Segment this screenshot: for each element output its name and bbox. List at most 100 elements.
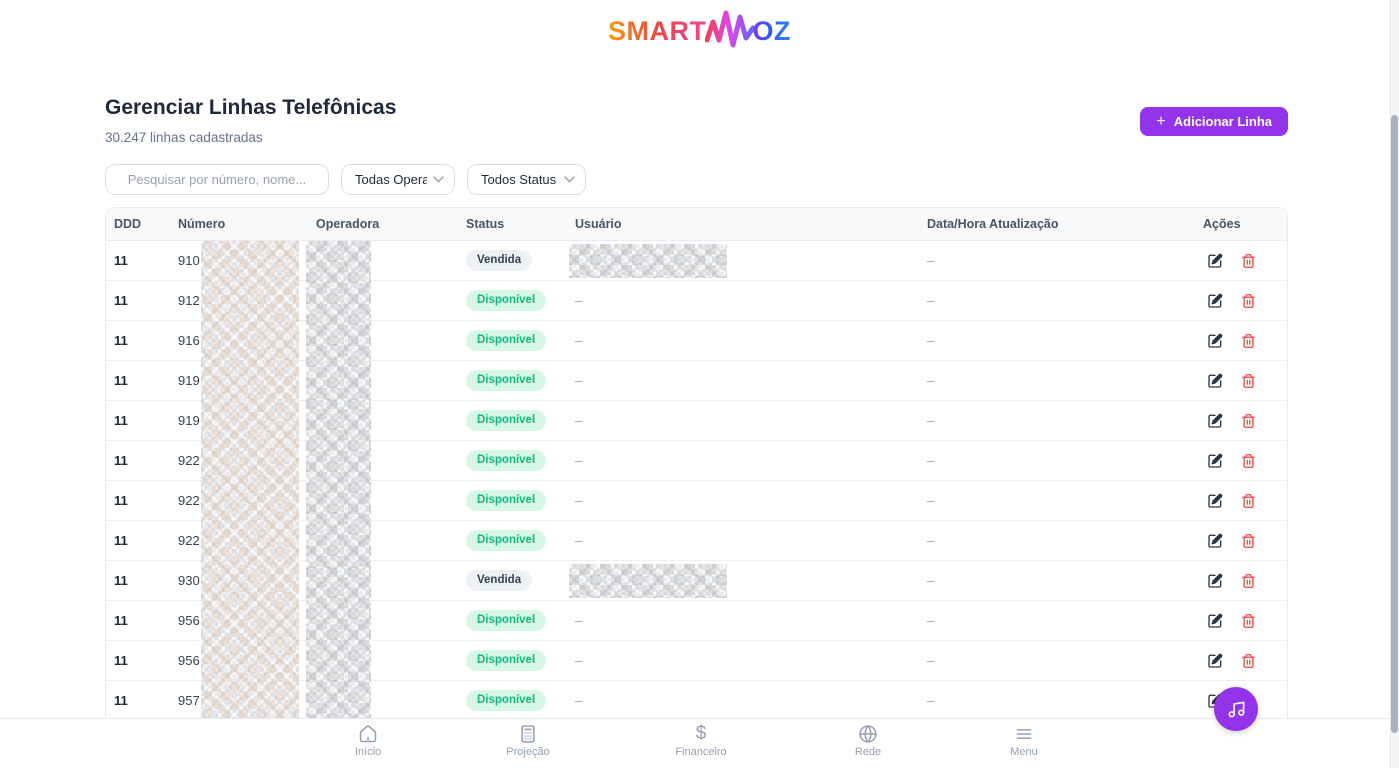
- edit-button[interactable]: [1207, 373, 1223, 389]
- delete-button[interactable]: [1241, 253, 1256, 269]
- edit-button[interactable]: [1207, 613, 1223, 629]
- page-header: Gerenciar Linhas Telefônicas 30.247 linh…: [105, 96, 1288, 145]
- edit-button[interactable]: [1207, 653, 1223, 669]
- acoes-cell: [1203, 533, 1287, 549]
- status-badge: Disponível: [466, 370, 546, 392]
- data-hora-cell: –: [927, 453, 1203, 468]
- status-cell: Disponível: [466, 330, 575, 352]
- search-input[interactable]: [105, 164, 329, 195]
- status-badge: Disponível: [466, 450, 546, 472]
- operator-filter-select[interactable]: Todas Operado: [341, 164, 455, 195]
- delete-button[interactable]: [1241, 533, 1256, 549]
- trash-icon: [1241, 653, 1256, 669]
- nav-item-rede[interactable]: Rede: [826, 724, 910, 758]
- trash-icon: [1241, 413, 1256, 429]
- trash-icon: [1241, 253, 1256, 269]
- censored-usuario-block: [569, 564, 727, 598]
- ddd-cell: 11: [114, 453, 178, 468]
- edit-button[interactable]: [1207, 253, 1223, 269]
- chevron-down-icon: [564, 176, 575, 183]
- logo: SMART OZ: [0, 8, 1399, 54]
- delete-button[interactable]: [1241, 493, 1256, 509]
- edit-button[interactable]: [1207, 533, 1223, 549]
- nav-item-inicio[interactable]: Início: [326, 724, 410, 758]
- delete-button[interactable]: [1241, 413, 1256, 429]
- smartvoz-logo: SMART OZ: [608, 8, 791, 54]
- edit-button[interactable]: [1207, 293, 1223, 309]
- status-filter-select[interactable]: Todos Status: [467, 164, 586, 195]
- edit-button[interactable]: [1207, 333, 1223, 349]
- usuario-cell: –: [575, 653, 927, 668]
- data-hora-cell: –: [927, 333, 1203, 348]
- status-cell: Disponível: [466, 690, 575, 712]
- usuario-value: –: [575, 333, 582, 348]
- page-heading-group: Gerenciar Linhas Telefônicas 30.247 linh…: [105, 96, 396, 145]
- status-cell: Disponível: [466, 490, 575, 512]
- edit-button[interactable]: [1207, 493, 1223, 509]
- data-hora-cell: –: [927, 613, 1203, 628]
- usuario-value: –: [575, 413, 582, 428]
- delete-button[interactable]: [1241, 653, 1256, 669]
- ddd-cell: 11: [114, 413, 178, 428]
- waveform-icon: [705, 8, 757, 50]
- usuario-value: –: [575, 293, 582, 308]
- column-header-ddd: DDD: [114, 217, 178, 231]
- delete-button[interactable]: [1241, 573, 1256, 589]
- usuario-cell: –: [575, 693, 927, 708]
- status-cell: Disponível: [466, 290, 575, 312]
- data-hora-cell: –: [927, 693, 1203, 708]
- ddd-cell: 11: [114, 533, 178, 548]
- data-hora-cell: –: [927, 573, 1203, 588]
- chevron-down-icon: [433, 176, 444, 183]
- usuario-cell: –: [575, 533, 927, 548]
- filter-bar: Todas Operado Todos Status: [105, 164, 586, 195]
- censored-usuario-block: [569, 244, 727, 278]
- censored-operadora-column: [306, 241, 371, 724]
- trash-icon: [1241, 613, 1256, 629]
- scrollbar-track[interactable]: [1390, 0, 1399, 768]
- column-header-numero: Número: [178, 217, 316, 231]
- nav-item-projecao[interactable]: Projeção: [486, 724, 570, 758]
- delete-button[interactable]: [1241, 373, 1256, 389]
- usuario-cell: –: [575, 613, 927, 628]
- ddd-cell: 11: [114, 653, 178, 668]
- plus-icon: +: [1156, 114, 1165, 130]
- edit-icon: [1207, 373, 1223, 389]
- nav-label-rede: Rede: [855, 746, 881, 758]
- acoes-cell: [1203, 373, 1287, 389]
- delete-button[interactable]: [1241, 293, 1256, 309]
- music-note-icon: [1227, 700, 1246, 719]
- trash-icon: [1241, 573, 1256, 589]
- home-icon: [358, 724, 378, 744]
- status-badge: Disponível: [466, 290, 546, 312]
- data-hora-cell: –: [927, 293, 1203, 308]
- acoes-cell: [1203, 613, 1287, 629]
- scrollbar-thumb[interactable]: [1391, 115, 1398, 733]
- ddd-cell: 11: [114, 693, 178, 708]
- delete-button[interactable]: [1241, 333, 1256, 349]
- add-line-button[interactable]: + Adicionar Linha: [1140, 107, 1288, 136]
- status-cell: Vendida: [466, 570, 575, 592]
- column-header-data-hora: Data/Hora Atualização: [927, 217, 1203, 231]
- edit-icon: [1207, 413, 1223, 429]
- edit-icon: [1207, 573, 1223, 589]
- delete-button[interactable]: [1241, 453, 1256, 469]
- delete-button[interactable]: [1241, 613, 1256, 629]
- edit-icon: [1207, 533, 1223, 549]
- nav-label-menu: Menu: [1010, 746, 1038, 758]
- acoes-cell: [1203, 653, 1287, 669]
- dollar-icon: $: [696, 724, 707, 744]
- nav-item-financeiro[interactable]: $ Financeiro: [659, 724, 743, 758]
- edit-button[interactable]: [1207, 573, 1223, 589]
- nav-label-projecao: Projeção: [506, 746, 549, 758]
- edit-button[interactable]: [1207, 413, 1223, 429]
- usuario-value: –: [575, 493, 582, 508]
- edit-button[interactable]: [1207, 453, 1223, 469]
- edit-icon: [1207, 293, 1223, 309]
- nav-item-menu[interactable]: Menu: [982, 724, 1066, 758]
- edit-icon: [1207, 333, 1223, 349]
- edit-icon: [1207, 493, 1223, 509]
- music-fab-button[interactable]: [1214, 687, 1258, 731]
- column-header-usuario: Usuário: [575, 217, 927, 231]
- nav-label-inicio: Início: [355, 746, 381, 758]
